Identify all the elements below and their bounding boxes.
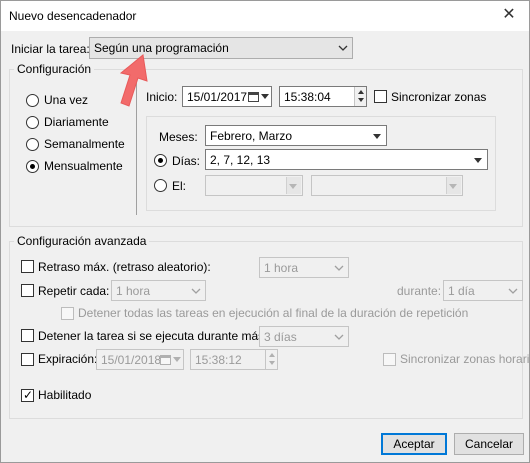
chevron-down-icon: [191, 288, 201, 294]
radio-weekly-label: Semanalmente: [44, 137, 125, 151]
radio-weekly[interactable]: [26, 138, 39, 151]
chevron-down-icon: [334, 334, 344, 340]
radio-daily[interactable]: [26, 116, 39, 129]
trigger-dialog: Nuevo desencadenador ✕ Iniciar la tarea:…: [0, 0, 530, 463]
repeat-dropdown[interactable]: 1 hora: [111, 280, 206, 301]
chevron-down-icon: [338, 45, 348, 51]
stop-if-checkbox[interactable]: [21, 329, 34, 342]
sync-zones-time-checkbox[interactable]: [383, 353, 396, 366]
radio-monthly-label: Mensualmente: [44, 159, 123, 173]
calendar-icon[interactable]: [160, 354, 171, 365]
spin-up-icon[interactable]: [269, 353, 275, 357]
on-label: El:: [172, 179, 187, 193]
cancel-button[interactable]: Cancelar: [454, 433, 524, 455]
months-value: Febrero, Marzo: [210, 129, 293, 143]
spin-up-icon[interactable]: [358, 90, 364, 94]
stop-all-checkbox[interactable]: [61, 307, 74, 320]
title-bar: Nuevo desencadenador ✕: [1, 1, 529, 31]
start-time-value: 15:38:04: [284, 90, 331, 104]
start-date-value: 15/01/2017: [187, 90, 248, 104]
enabled-label: Habilitado: [38, 388, 92, 402]
stop-if-value: 3 días: [264, 330, 297, 344]
delay-dropdown[interactable]: 1 hora: [259, 257, 349, 278]
chevron-down-icon: [289, 184, 297, 189]
stop-if-dropdown[interactable]: 3 días: [259, 326, 349, 347]
radio-selected-dot: [30, 164, 35, 169]
months-label: Meses:: [159, 130, 198, 144]
expiration-date-value: 15/01/2018: [101, 353, 162, 367]
sync-zones-time-label: Sincronizar zonas horaria: [400, 352, 530, 366]
chevron-down-icon: [173, 357, 181, 362]
radio-once-label: Una vez: [44, 93, 89, 107]
spin-down-icon[interactable]: [358, 98, 364, 102]
chevron-down-icon: [261, 94, 269, 99]
radio-daily-label: Diariamente: [44, 115, 109, 129]
arrow-annotation: [119, 54, 148, 107]
chevron-down-icon: [373, 134, 381, 139]
advanced-title: Configuración avanzada: [14, 234, 150, 248]
sync-zones-label: Sincronizar zonas: [391, 90, 487, 104]
expiration-time-field[interactable]: 15:38:12: [190, 349, 278, 370]
configuration-title: Configuración: [14, 62, 95, 76]
chevron-down-icon: [449, 184, 457, 189]
days-dropdown[interactable]: 2, 7, 12, 13: [205, 149, 488, 170]
calendar-icon[interactable]: [248, 91, 259, 102]
checkmark-icon: ✓: [23, 388, 34, 402]
spinner-icon[interactable]: [265, 350, 277, 369]
expiration-time-value: 15:38:12: [195, 353, 242, 367]
expiration-date-picker[interactable]: 15/01/2018: [96, 349, 184, 370]
spinner-icon[interactable]: [354, 87, 366, 106]
start-date-picker[interactable]: 15/01/2017: [182, 86, 272, 107]
expiration-checkbox[interactable]: [21, 353, 34, 366]
repeat-checkbox[interactable]: [21, 284, 34, 297]
close-icon[interactable]: ✕: [499, 5, 519, 25]
repeat-value: 1 hora: [116, 284, 151, 298]
duration-label: durante:: [397, 284, 442, 298]
on-weekday-dropdown[interactable]: [311, 175, 463, 196]
delay-value: 1 hora: [264, 261, 299, 275]
on-week-dropdown[interactable]: [205, 175, 303, 196]
chevron-down-icon: [334, 265, 344, 271]
radio-once[interactable]: [26, 94, 39, 107]
stop-if-label: Detener la tarea si se ejecuta durante m…: [38, 329, 285, 343]
days-value: 2, 7, 12, 13: [210, 153, 271, 167]
duration-value: 1 día: [448, 284, 475, 298]
chevron-down-icon: [474, 158, 482, 163]
radio-days[interactable]: [154, 154, 167, 167]
radio-selected-dot: [158, 158, 163, 163]
start-task-label: Iniciar la tarea:: [11, 42, 90, 56]
delay-checkbox[interactable]: [21, 260, 34, 273]
expiration-label: Expiración:: [38, 352, 98, 366]
ok-button[interactable]: Aceptar: [381, 433, 447, 455]
spin-down-icon[interactable]: [269, 361, 275, 365]
months-dropdown[interactable]: Febrero, Marzo: [205, 125, 387, 146]
repeat-label: Repetir cada:: [38, 284, 110, 298]
window-title: Nuevo desencadenador: [9, 9, 137, 23]
chevron-down-icon: [508, 288, 518, 294]
days-label: Días:: [172, 154, 201, 168]
stop-all-label: Detener todas las tareas en ejecución al…: [78, 306, 469, 320]
start-time-field[interactable]: 15:38:04: [279, 86, 367, 107]
enabled-checkbox[interactable]: ✓: [21, 388, 34, 402]
delay-label: Retraso máx. (retraso aleatorio):: [38, 260, 211, 274]
radio-on[interactable]: [154, 179, 167, 192]
duration-dropdown[interactable]: 1 día: [443, 280, 523, 301]
sync-zones-checkbox[interactable]: [374, 90, 387, 103]
radio-monthly[interactable]: [26, 160, 39, 173]
